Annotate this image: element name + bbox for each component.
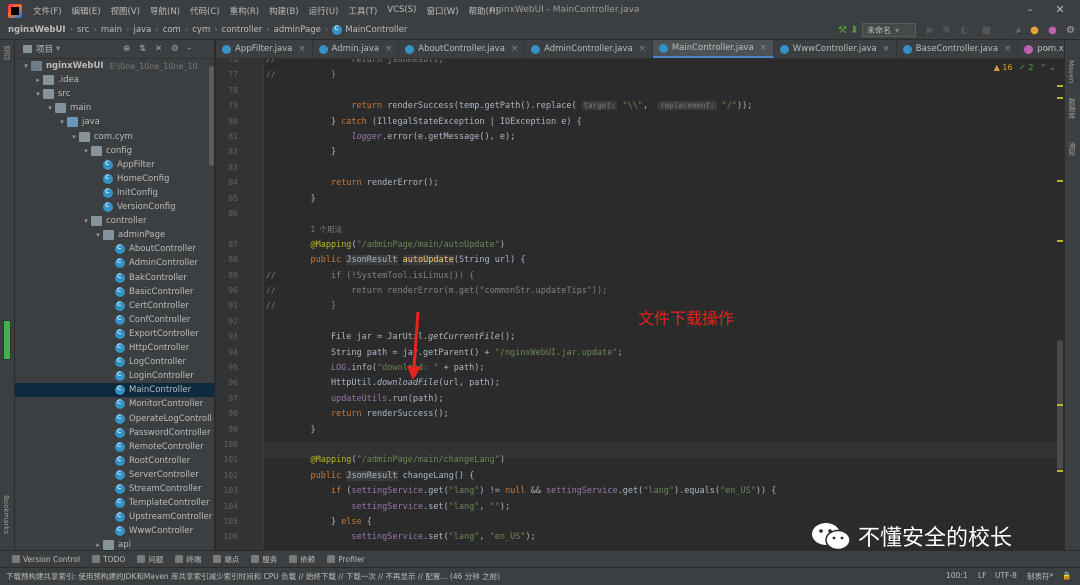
annotation-arrow [407, 311, 421, 380]
tool-window-item[interactable]: 端点 [213, 554, 239, 565]
tool-window-icon [327, 555, 336, 563]
line-separator[interactable]: LF [978, 571, 987, 580]
tool-window-label: TODO [103, 554, 126, 564]
tool-window-label: 问题 [148, 554, 164, 564]
file-encoding[interactable]: UTF-8 [995, 571, 1017, 580]
tool-window-item[interactable]: 服务 [251, 554, 277, 565]
tool-window-label: 端点 [224, 554, 240, 564]
tool-window-label: 终端 [186, 554, 202, 564]
tool-window-profiler[interactable]: Profiler [327, 554, 365, 564]
caret-position[interactable]: 100:1 [946, 571, 968, 580]
tool-window-item[interactable]: 终端 [175, 554, 201, 565]
wechat-logo-icon [812, 523, 851, 551]
tool-window-item[interactable]: 问题 [137, 554, 163, 565]
tool-window-version-control[interactable]: Version Control [12, 555, 80, 564]
arrow-shaft [412, 311, 420, 369]
tool-window-icon [92, 555, 101, 563]
watermark: 不懂安全的校长 [810, 520, 1012, 552]
tool-window-label: 服务 [262, 554, 278, 564]
tool-window-icon [213, 555, 222, 563]
tool-window-icon [251, 555, 260, 563]
tool-window-todo[interactable]: TODO [92, 555, 125, 564]
indent-setting[interactable]: 制表符* [1027, 571, 1053, 582]
tool-window-icon [175, 555, 184, 563]
status-message[interactable]: 下载预构建共享索引: 使用预构建的JDK和Maven 库共享索引减少索引时间和 … [6, 571, 500, 582]
tool-window-bar: Version Control TODO 问题 终端 端点 服务 依赖 Profiler [0, 550, 1080, 567]
tool-window-label: Version Control [23, 554, 81, 564]
status-bar: 下载预构建共享索引: 使用预构建的JDK和Maven 库共享索引减少索引时间和 … [0, 567, 1080, 585]
arrow-head [407, 366, 421, 380]
watermark-text: 不懂安全的校长 [858, 526, 1013, 551]
lock-icon[interactable]: 🔒 [1062, 571, 1071, 580]
tool-window-icon [289, 555, 298, 563]
tool-window-label: 依赖 [300, 554, 316, 564]
tool-window-item[interactable]: 依赖 [289, 554, 315, 565]
tool-window-icon [137, 555, 146, 563]
annotation-text: 文件下载操作 [638, 309, 735, 328]
tool-window-icon [12, 555, 20, 563]
tool-window-label: Profiler [338, 554, 365, 564]
